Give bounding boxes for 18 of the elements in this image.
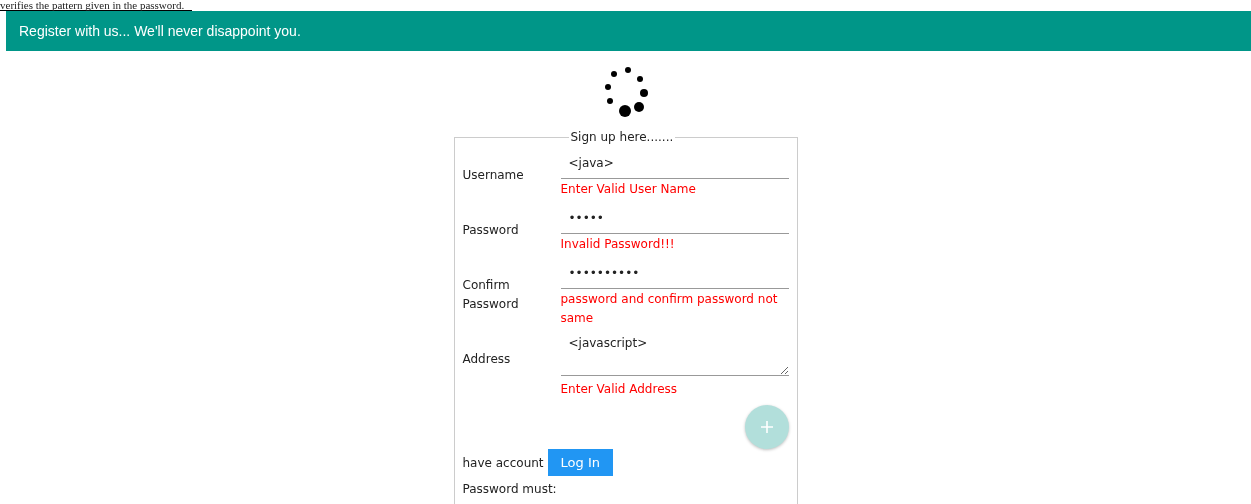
field-label: Confirm Password [462,277,520,313]
input-field[interactable]: ••••• [560,205,789,234]
error-message: Invalid Password!!! [560,236,676,253]
error-message: password and confirm password not same [560,291,779,327]
password-rules-label: Password must: [462,482,558,496]
input-field[interactable]: •••••••••• [560,260,789,289]
field-label: Username [462,167,525,184]
field-label: Password [462,222,520,239]
field-label: Address [462,351,512,368]
error-message: Enter Valid Address [560,381,679,398]
plus-icon [759,420,774,434]
have-account-label: have account [462,455,544,470]
address-field[interactable]: <javascript> [560,334,789,376]
panel-legend: Sign up here....... [568,130,676,144]
error-message: Enter Valid User Name [560,181,697,198]
input-field[interactable]: <java> [560,150,789,179]
add-button[interactable] [744,405,789,449]
header-title: Register with us... We'll never disappoint you. [19,23,301,39]
